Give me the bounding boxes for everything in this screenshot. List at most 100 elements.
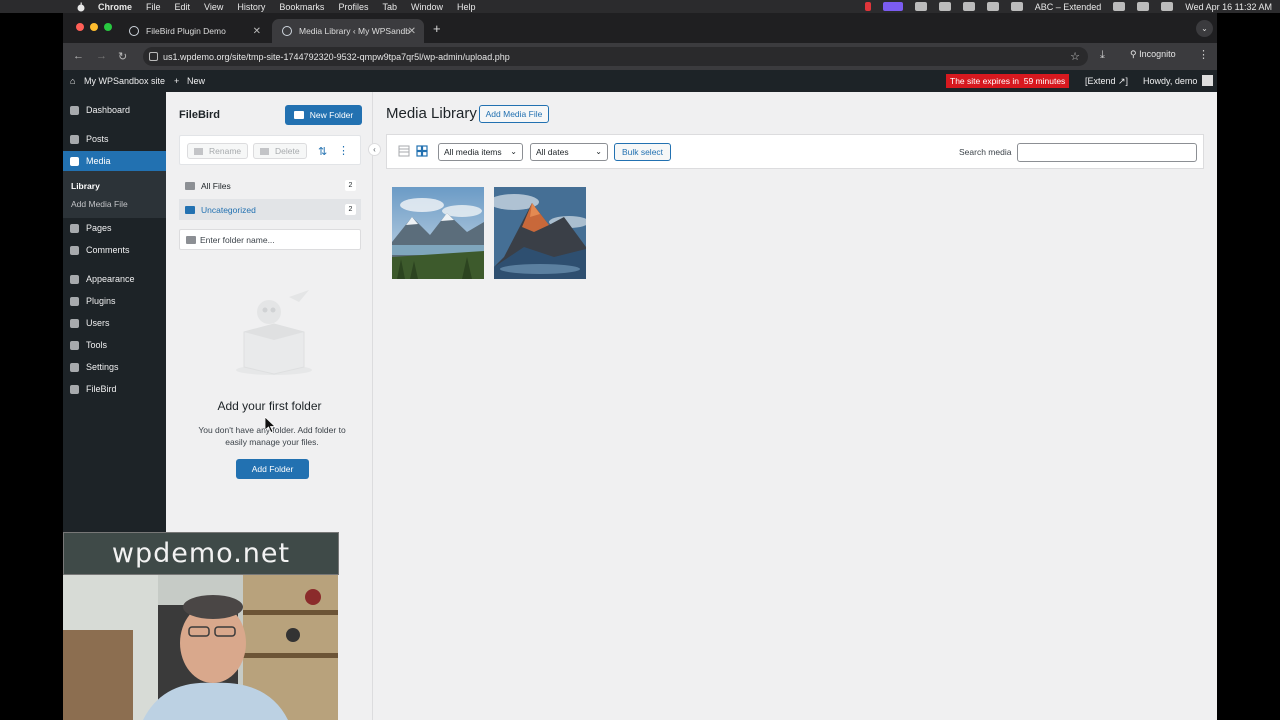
input-source[interactable]: ABC – Extended [1035,2,1102,12]
bulk-select-button[interactable]: Bulk select [614,143,671,161]
sidebar-item-dashboard[interactable]: Dashboard [63,100,166,120]
media-thumbnail-sunset-peak[interactable] [494,187,586,279]
extend-link[interactable]: [Extend ↗] [1085,76,1128,87]
search-input[interactable] [1017,143,1197,162]
folder-uncategorized[interactable]: Uncategorized 2 [179,199,361,220]
delete-button[interactable]: Delete [253,143,307,159]
sidebar-item-label: Appearance [86,274,135,284]
menu-profiles[interactable]: Profiles [338,2,368,12]
media-submenu: Library Add Media File [63,171,166,218]
folder-name-input[interactable]: Enter folder name... [179,229,361,250]
site-name-link[interactable]: My WPSandbox site [84,76,165,86]
sidebar-item-label: Users [86,318,110,328]
rename-button[interactable]: Rename [187,143,249,159]
new-content-link[interactable]: New [187,76,205,86]
close-tab-icon[interactable]: ✕ [253,26,261,37]
sidebar-item-tools[interactable]: Tools [63,335,166,355]
menu-tab[interactable]: Tab [382,2,397,12]
play-icon[interactable] [986,2,999,11]
bookmark-star-icon[interactable]: ☆ [1070,50,1080,63]
wifi-icon[interactable] [1113,2,1126,11]
folder-all-files[interactable]: All Files 2 [179,175,361,196]
howdy-user-link[interactable]: Howdy, demo [1143,76,1197,86]
close-tab-icon[interactable]: ✕ [408,26,416,37]
mouse-cursor-icon [265,417,277,433]
date-filter[interactable]: All dates ⌄ [530,143,608,161]
folder-label: Uncategorized [201,204,256,215]
sidebar-item-pages[interactable]: Pages [63,218,166,238]
home-icon[interactable]: ⌂ [70,76,75,86]
sidebar-item-posts[interactable]: Posts [63,129,166,149]
dropbox-icon[interactable] [938,2,951,11]
menu-bookmarks[interactable]: Bookmarks [279,2,324,12]
new-folder-button[interactable]: New Folder [285,105,362,125]
zoom-window-button[interactable] [104,23,112,31]
collapse-panel-icon[interactable]: ‹ [368,143,381,156]
sidebar-item-media[interactable]: Media [63,151,166,171]
minimize-window-button[interactable] [90,23,98,31]
menu-file[interactable]: File [146,2,161,12]
grid-view-icon[interactable] [416,145,428,157]
add-folder-button[interactable]: Add Folder [236,459,309,479]
browser-tab-filebird-demo[interactable]: FileBird Plugin Demo ✕ [119,19,269,43]
tab-title: FileBird Plugin Demo [146,26,226,36]
browser-menu-icon[interactable]: ⋮ [1198,48,1209,61]
sort-icon[interactable]: ⇅ [318,145,327,158]
menu-history[interactable]: History [237,2,265,12]
submenu-library[interactable]: Library [71,181,100,191]
address-bar[interactable]: us1.wpdemo.org/site/tmp-site-1744792320-… [143,47,1088,66]
folder-icon [185,205,195,214]
site-info-icon[interactable] [149,52,158,61]
add-media-file-button[interactable]: Add Media File [479,105,549,123]
rename-label: Rename [209,146,242,156]
moon-icon[interactable] [962,2,975,11]
media-thumbnail-mountain-lake[interactable] [392,187,484,279]
menu-edit[interactable]: Edit [175,2,191,12]
chevron-down-icon: ⌄ [595,147,602,156]
spotlight-search-icon[interactable] [1137,2,1150,11]
sidebar-item-settings[interactable]: Settings [63,357,166,377]
submenu-add-media-file[interactable]: Add Media File [71,199,128,209]
list-view-icon[interactable] [398,145,410,157]
docker-icon[interactable] [914,2,927,11]
close-window-button[interactable] [76,23,84,31]
sidebar-item-appearance[interactable]: Appearance [63,269,166,289]
apple-icon[interactable] [76,2,86,12]
incognito-label: Incognito [1139,49,1176,59]
menu-view[interactable]: View [204,2,223,12]
media-type-filter[interactable]: All media items ⌄ [438,143,523,161]
plus-icon[interactable]: + [174,76,179,86]
menu-help[interactable]: Help [457,2,476,12]
battery-icon[interactable] [1010,2,1023,11]
browser-tab-strip: FileBird Plugin Demo ✕ Media Library ‹ M… [63,13,1217,43]
user-icon [70,318,79,328]
forward-icon[interactable]: → [96,50,107,62]
download-icon[interactable]: ⤓ [1100,49,1105,62]
control-center-icon[interactable] [1161,2,1174,11]
menu-app-name[interactable]: Chrome [98,2,132,12]
sidebar-item-users[interactable]: Users [63,313,166,333]
incognito-indicator[interactable]: ⚲ Incognito [1130,49,1176,60]
more-options-icon[interactable]: ⋮ [338,144,349,157]
sidebar-item-comments[interactable]: Comments [63,240,166,260]
menu-bar-clock[interactable]: Wed Apr 16 11:32 AM [1185,2,1272,12]
sidebar-item-label: Comments [86,245,130,255]
new-tab-icon[interactable]: + [433,21,441,36]
tab-search-icon[interactable]: ⌄ [1196,20,1213,37]
menu-window[interactable]: Window [411,2,443,12]
browser-tab-media-library[interactable]: Media Library ‹ My WPSandb ✕ [272,19,424,43]
back-icon[interactable]: ← [73,50,84,62]
avatar[interactable] [1202,75,1213,86]
screen-share-icon[interactable] [882,2,903,11]
empty-folder-illustration [236,290,312,375]
sidebar-item-filebird[interactable]: FileBird [63,379,166,399]
reload-icon[interactable]: ↻ [118,50,127,63]
media-type-selected: All media items [444,147,502,157]
edit-icon [194,147,203,155]
recording-icon[interactable] [864,2,871,11]
chevron-down-icon: ⌄ [510,147,517,156]
sidebar-item-label: Settings [86,362,119,372]
sidebar-item-label: Media [86,156,111,166]
sidebar-item-label: Posts [86,134,109,144]
sidebar-item-plugins[interactable]: Plugins [63,291,166,311]
